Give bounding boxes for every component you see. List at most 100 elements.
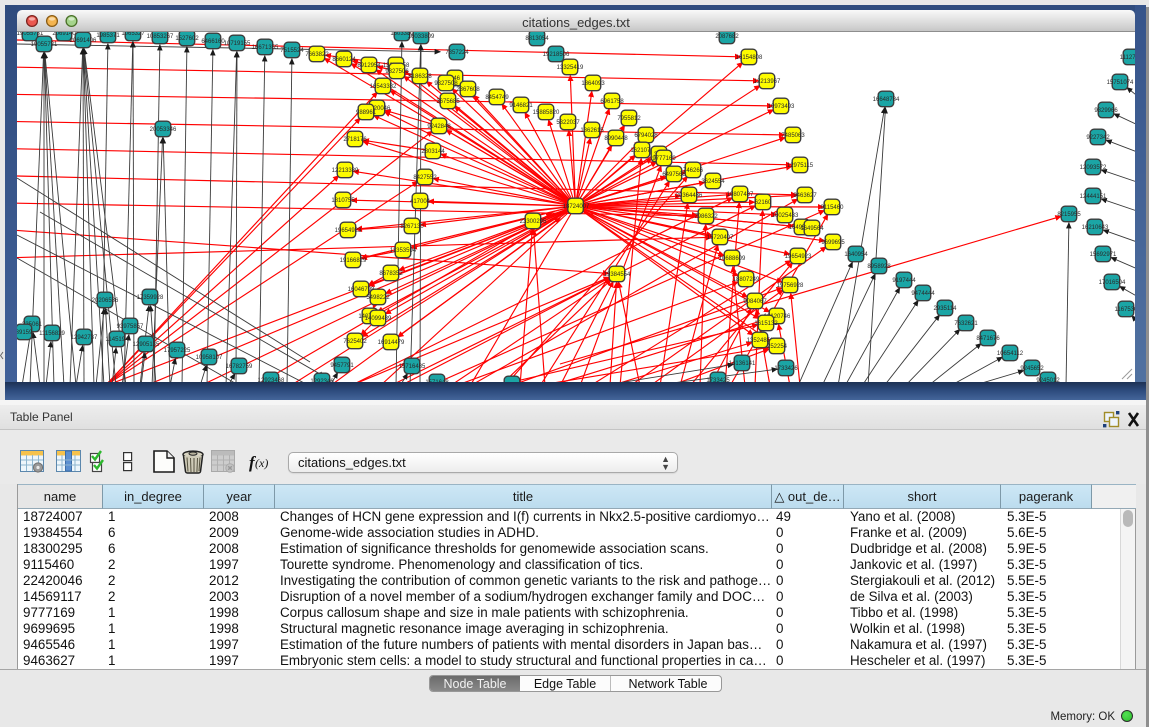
svg-text:19218506: 19218506 bbox=[543, 52, 570, 58]
svg-text:19166829: 19166829 bbox=[340, 258, 367, 264]
svg-text:8660124: 8660124 bbox=[332, 57, 356, 63]
svg-text:17016504: 17016504 bbox=[1099, 280, 1126, 286]
svg-text:1527602: 1527602 bbox=[175, 36, 199, 42]
svg-text:8990448: 8990448 bbox=[604, 136, 628, 142]
svg-text:23300295: 23300295 bbox=[520, 219, 547, 225]
svg-text:7625402: 7625402 bbox=[343, 339, 367, 345]
svg-text:13325419: 13325419 bbox=[557, 65, 584, 71]
svg-text:20364436: 20364436 bbox=[676, 193, 703, 199]
svg-text:15751074: 15751074 bbox=[1107, 80, 1134, 86]
svg-text:1112703: 1112703 bbox=[1120, 55, 1135, 61]
svg-text:6961758: 6961758 bbox=[600, 99, 624, 105]
svg-text:16648784: 16648784 bbox=[873, 97, 900, 103]
svg-text:20691406: 20691406 bbox=[70, 38, 97, 44]
svg-text:18724007: 18724007 bbox=[563, 204, 590, 210]
svg-text:19756928: 19756928 bbox=[777, 283, 804, 289]
svg-text:5498222: 5498222 bbox=[366, 295, 390, 301]
svg-text:10807487: 10807487 bbox=[727, 192, 754, 198]
svg-text:12093572: 12093572 bbox=[1080, 165, 1107, 171]
svg-text:19055721: 19055721 bbox=[31, 42, 58, 48]
svg-text:12923468: 12923468 bbox=[258, 378, 285, 382]
svg-text:9474444: 9474444 bbox=[911, 291, 935, 297]
svg-text:10973493: 10973493 bbox=[768, 104, 795, 110]
svg-text:12444151: 12444151 bbox=[1080, 194, 1107, 200]
svg-text:16210643: 16210643 bbox=[1082, 225, 1109, 231]
svg-text:39159: 39159 bbox=[17, 330, 33, 336]
svg-text:10688609: 10688609 bbox=[719, 256, 746, 262]
svg-text:10958107: 10958107 bbox=[196, 355, 223, 361]
svg-text:1145194: 1145194 bbox=[106, 337, 130, 343]
svg-text:1864093: 1864093 bbox=[581, 81, 605, 87]
svg-text:15885820: 15885820 bbox=[533, 110, 560, 116]
svg-text:16671355: 16671355 bbox=[252, 45, 279, 51]
svg-text:5322037: 5322037 bbox=[556, 120, 580, 126]
svg-text:10719155: 10719155 bbox=[224, 41, 251, 47]
svg-text:2087682: 2087682 bbox=[715, 34, 739, 40]
svg-text:7515524: 7515524 bbox=[280, 48, 304, 54]
svg-text:9146821: 9146821 bbox=[509, 103, 533, 109]
svg-text:9327506: 9327506 bbox=[385, 69, 409, 75]
svg-text:9777169: 9777169 bbox=[652, 156, 676, 162]
svg-text:12975115: 12975115 bbox=[787, 163, 814, 169]
svg-text:19384554: 19384554 bbox=[604, 272, 631, 278]
svg-text:11353594: 11353594 bbox=[390, 248, 417, 254]
svg-text:8958928: 8958928 bbox=[867, 264, 891, 270]
svg-text:2367608: 2367608 bbox=[456, 87, 480, 93]
svg-text:1615132: 1615132 bbox=[754, 321, 778, 327]
svg-text:10853267: 10853267 bbox=[147, 34, 174, 40]
svg-text:16154808: 16154808 bbox=[736, 55, 763, 61]
svg-text:9457791: 9457791 bbox=[330, 363, 354, 369]
svg-text:10654112: 10654112 bbox=[997, 351, 1024, 357]
svg-text:1733426: 1733426 bbox=[774, 366, 798, 372]
svg-text:10025433: 10025433 bbox=[772, 213, 799, 219]
svg-text:9699695: 9699695 bbox=[821, 240, 845, 246]
svg-text:16543382: 16543382 bbox=[370, 84, 397, 90]
svg-text:19654923: 19654923 bbox=[785, 254, 812, 260]
svg-text:3624554: 3624554 bbox=[701, 179, 725, 185]
svg-text:2069140: 2069140 bbox=[52, 32, 76, 37]
svg-text:252254: 252254 bbox=[767, 344, 788, 350]
svg-text:9227342: 9227342 bbox=[1086, 135, 1110, 141]
svg-text:12905135: 12905135 bbox=[133, 342, 160, 348]
svg-text:9197444: 9197444 bbox=[892, 278, 916, 284]
svg-text:17957225: 17957225 bbox=[164, 348, 191, 354]
svg-text:19654923: 19654923 bbox=[335, 228, 362, 234]
svg-text:417004: 417004 bbox=[410, 199, 431, 205]
svg-text:6466160: 6466160 bbox=[201, 39, 225, 45]
svg-text:16782759: 16782759 bbox=[226, 364, 253, 370]
svg-text:9329966: 9329966 bbox=[1094, 108, 1118, 114]
svg-text:8267130: 8267130 bbox=[400, 224, 424, 230]
svg-text:1985371: 1985371 bbox=[96, 33, 120, 39]
svg-text:1810755: 1810755 bbox=[331, 198, 355, 204]
svg-text:1640954: 1640954 bbox=[844, 252, 868, 258]
svg-text:1733425: 1733425 bbox=[706, 378, 730, 382]
svg-text:3675685: 3675685 bbox=[436, 99, 460, 105]
svg-text:20206536: 20206536 bbox=[92, 298, 119, 304]
svg-text:8186328: 8186328 bbox=[408, 74, 432, 80]
svg-text:11156829: 11156829 bbox=[39, 331, 65, 337]
svg-text:7632621: 7632621 bbox=[954, 321, 978, 327]
svg-text:16033809: 16033809 bbox=[408, 34, 435, 40]
svg-text:9245652: 9245652 bbox=[1020, 366, 1044, 372]
svg-text:9245012: 9245012 bbox=[1036, 378, 1060, 382]
svg-text:12213967: 12213967 bbox=[754, 79, 781, 85]
svg-text:17359928: 17359928 bbox=[137, 295, 164, 301]
svg-text:8678352: 8678352 bbox=[379, 271, 403, 277]
svg-text:8471676: 8471676 bbox=[976, 336, 1000, 342]
svg-text:6794028: 6794028 bbox=[634, 133, 658, 139]
svg-text:14099489: 14099489 bbox=[365, 316, 392, 322]
svg-text:15716485: 15716485 bbox=[399, 364, 426, 370]
svg-text:1292346: 1292346 bbox=[310, 379, 334, 382]
svg-text:1362615: 1362615 bbox=[580, 128, 604, 134]
svg-text:8912954: 8912954 bbox=[357, 63, 381, 69]
svg-text:8215955: 8215955 bbox=[1057, 212, 1081, 218]
svg-text:8813054: 8813054 bbox=[525, 36, 549, 42]
svg-text:1167530: 1167530 bbox=[1115, 307, 1135, 313]
svg-text:9327508: 9327508 bbox=[434, 81, 458, 87]
svg-text:14136141: 14136141 bbox=[729, 361, 756, 367]
svg-text:988961: 988961 bbox=[356, 110, 377, 116]
svg-text:(x): (x) bbox=[255, 456, 268, 470]
svg-text:16914479: 16914479 bbox=[378, 340, 405, 346]
svg-text:15692971: 15692971 bbox=[1090, 252, 1117, 258]
svg-text:9463627: 9463627 bbox=[793, 193, 817, 199]
